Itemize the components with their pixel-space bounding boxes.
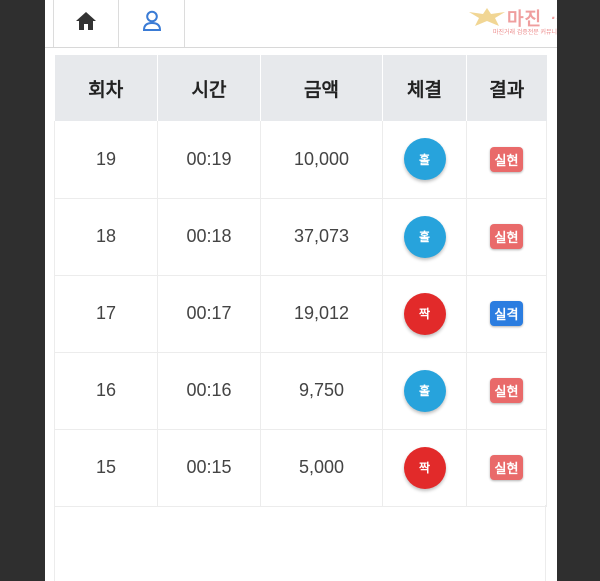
time-cell: 00:19: [157, 121, 261, 199]
table-row: 17 00:17 19,012 짝 실격: [54, 275, 547, 353]
round-cell: 16: [54, 352, 158, 430]
side-circle: 짝: [403, 446, 446, 489]
amount-cell: 10,000: [260, 121, 383, 199]
amount-cell: 9,750: [260, 352, 383, 430]
result-badge: 실현: [489, 378, 524, 403]
result-badge: 실현: [489, 146, 524, 172]
amount-cell: 37,073: [260, 198, 383, 276]
header-result: 결과: [466, 55, 547, 121]
watermark-logo: 마진 … 마진거래 검증전문 커뮤니티: [465, 4, 557, 38]
time-cell: 00:17: [157, 275, 261, 353]
side-circle: 짝: [403, 292, 446, 335]
round-cell: 17: [54, 275, 158, 353]
header-time: 시간: [157, 55, 261, 121]
round-cell: 18: [54, 198, 158, 276]
header-execution: 체결: [382, 55, 467, 121]
table-empty-area: [54, 505, 546, 581]
amount-cell: 5,000: [260, 429, 383, 507]
table-header-row: 회차 시간 금액 체결 결과: [54, 55, 547, 121]
header-amount: 금액: [260, 55, 383, 121]
watermark-suffix: …: [551, 6, 557, 23]
round-cell: 15: [54, 429, 158, 507]
side-circle: 홀: [403, 215, 446, 258]
top-nav-bar: 마진 … 마진거래 검증전문 커뮤니티: [45, 0, 557, 48]
header-round: 회차: [54, 55, 158, 121]
home-icon: [75, 11, 97, 36]
amount-cell: 19,012: [260, 275, 383, 353]
time-cell: 00:18: [157, 198, 261, 276]
watermark-subtitle: 마진거래 검증전문 커뮤니티: [493, 30, 557, 36]
result-badge: 실현: [489, 224, 524, 249]
side-circle: 홀: [403, 369, 446, 412]
table-row: 16 00:16 9,750 홀 실현: [54, 352, 547, 430]
user-button[interactable]: [119, 0, 185, 47]
table-row: 15 00:15 5,000 짝 실현: [54, 429, 547, 507]
round-cell: 19: [54, 121, 158, 199]
table-row: 18 00:18 37,073 홀 실현: [54, 198, 547, 276]
home-button[interactable]: [53, 0, 119, 47]
user-icon: [142, 10, 162, 37]
table-row: 19 00:19 10,000 홀 실현: [54, 121, 547, 199]
result-badge: 실현: [489, 455, 524, 480]
time-cell: 00:15: [157, 429, 261, 507]
trade-history-table: 회차 시간 금액 체결 결과 19 00:19 10,000 홀 실현 18 0…: [54, 55, 547, 507]
result-badge: 실격: [489, 301, 524, 326]
side-circle: 홀: [403, 138, 446, 181]
time-cell: 00:16: [157, 352, 261, 430]
app-frame: 마진 … 마진거래 검증전문 커뮤니티 회차 시간 금액 체결 결과 19 0: [45, 0, 557, 581]
